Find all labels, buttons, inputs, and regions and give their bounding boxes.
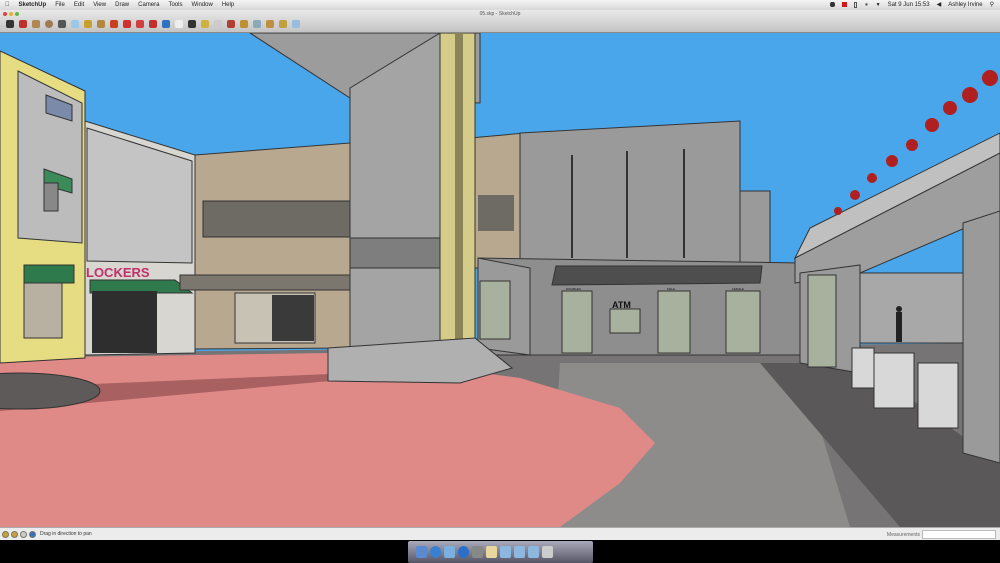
zoom-extents-tool-icon[interactable] bbox=[201, 20, 209, 28]
menu-bar:  SketchUp File Edit View Draw Camera To… bbox=[0, 0, 1000, 10]
credits-icon[interactable] bbox=[11, 530, 18, 538]
dock-safari-icon[interactable] bbox=[430, 546, 441, 558]
measurements-label: Measurements bbox=[886, 532, 920, 538]
dock-folder-icon[interactable] bbox=[500, 546, 511, 558]
door-female[interactable] bbox=[725, 290, 761, 354]
door-disabled[interactable] bbox=[561, 290, 593, 354]
green-awning-entrance bbox=[23, 264, 75, 284]
female-sign: FEMALE bbox=[732, 287, 744, 291]
menu-edit[interactable]: Edit bbox=[74, 2, 84, 8]
tan-shutter bbox=[272, 295, 314, 341]
measurements-input[interactable] bbox=[922, 530, 996, 539]
zoom-tool-icon[interactable] bbox=[188, 20, 196, 28]
select-tool-icon[interactable] bbox=[6, 20, 14, 28]
look-around-tool-icon[interactable] bbox=[253, 20, 261, 28]
canopy bbox=[551, 265, 763, 286]
toolbar bbox=[6, 20, 300, 28]
eraser-tool-icon[interactable] bbox=[71, 20, 79, 28]
dock-folder-icon[interactable] bbox=[514, 546, 525, 558]
right-green-shutter bbox=[807, 274, 837, 368]
search-icon[interactable]: ⚲ bbox=[990, 1, 994, 8]
user-icon[interactable] bbox=[20, 530, 27, 538]
record-icon[interactable] bbox=[842, 2, 848, 7]
volume-icon[interactable]: ◀ bbox=[937, 1, 942, 8]
menu-view[interactable]: View bbox=[93, 2, 106, 8]
tan-band bbox=[179, 274, 351, 291]
walk-tool-icon[interactable] bbox=[240, 20, 248, 28]
dock-trash-icon[interactable] bbox=[542, 546, 553, 558]
window bbox=[43, 182, 59, 212]
pillar-band bbox=[349, 237, 441, 269]
dock-app-store-icon[interactable] bbox=[458, 546, 469, 558]
scene[interactable]: LOCKERS DISABLED ATM MALE FEMALE bbox=[0, 33, 1000, 527]
wifi-icon[interactable]: ▼ bbox=[876, 2, 881, 8]
dock-textedit-icon[interactable] bbox=[486, 546, 497, 558]
dock-photo-booth-icon[interactable] bbox=[472, 546, 483, 558]
status-hint: Drag in direction to pan bbox=[40, 531, 92, 537]
status-bar: Drag in direction to pan Measurements bbox=[0, 527, 1000, 540]
right-grille bbox=[478, 195, 514, 231]
lockers-sign: LOCKERS bbox=[86, 265, 150, 280]
arc-tool-icon[interactable] bbox=[58, 20, 66, 28]
tan-grille bbox=[202, 200, 351, 238]
3d-viewport[interactable]: LOCKERS DISABLED ATM MALE FEMALE bbox=[0, 33, 1000, 527]
battery-icon[interactable] bbox=[854, 1, 858, 8]
disabled-sign: DISABLED bbox=[566, 287, 582, 291]
menu-tools[interactable]: Tools bbox=[168, 2, 182, 8]
bluetooth-icon[interactable]: ∗ bbox=[864, 2, 868, 8]
position-camera-tool-icon[interactable] bbox=[227, 20, 235, 28]
user-name[interactable]: Ashley Irvine bbox=[948, 2, 982, 8]
apple-icon[interactable]:  bbox=[5, 2, 10, 8]
menu-draw[interactable]: Draw bbox=[115, 2, 129, 8]
window-title: 05.skp - SketchUp bbox=[479, 11, 521, 17]
male-sign: MALE bbox=[667, 287, 675, 291]
dock bbox=[408, 541, 593, 563]
window-titlebar: 05.skp - SketchUp bbox=[0, 10, 1000, 33]
shield-icon[interactable] bbox=[830, 2, 836, 7]
rotate-tool-icon[interactable] bbox=[123, 20, 131, 28]
pencil-tool-icon[interactable] bbox=[19, 20, 27, 28]
menu-window[interactable]: Window bbox=[191, 2, 212, 8]
menu-camera[interactable]: Camera bbox=[138, 2, 159, 8]
door-male[interactable] bbox=[657, 290, 691, 354]
paint-bucket-tool-icon[interactable] bbox=[84, 20, 92, 28]
orbit-tool-icon[interactable] bbox=[162, 20, 170, 28]
menu-sketchup[interactable]: SketchUp bbox=[19, 2, 47, 8]
move-tool-icon[interactable] bbox=[110, 20, 118, 28]
back-wall bbox=[859, 272, 966, 344]
dock-folder-icon[interactable] bbox=[528, 546, 539, 558]
toilet-block bbox=[519, 120, 741, 269]
offset-tool-icon[interactable] bbox=[149, 20, 157, 28]
green-shutter bbox=[479, 280, 511, 340]
follow-me-tool-icon[interactable] bbox=[136, 20, 144, 28]
dock-finder-icon[interactable] bbox=[416, 546, 427, 558]
menu-file[interactable]: File bbox=[55, 2, 65, 8]
circle-tool-icon[interactable] bbox=[45, 20, 53, 28]
help-icon[interactable] bbox=[29, 530, 36, 538]
atm-sign: ATM bbox=[612, 300, 631, 310]
menu-help[interactable]: Help bbox=[222, 2, 234, 8]
dock-preview-icon[interactable] bbox=[444, 546, 455, 558]
atm[interactable] bbox=[609, 308, 641, 334]
pillar-stripe-dark bbox=[455, 33, 463, 345]
components-tool-icon[interactable] bbox=[266, 20, 274, 28]
pan-tool-icon[interactable] bbox=[175, 20, 183, 28]
tower bbox=[739, 190, 771, 272]
lockers-shutter bbox=[92, 291, 157, 353]
geolocation-icon[interactable] bbox=[2, 530, 9, 538]
rectangle-tool-icon[interactable] bbox=[32, 20, 40, 28]
materials-tool-icon[interactable] bbox=[279, 20, 287, 28]
previous-view-tool-icon[interactable] bbox=[214, 20, 222, 28]
push-pull-tool-icon[interactable] bbox=[97, 20, 105, 28]
clock[interactable]: Sat 9 Jun 15:53 bbox=[888, 2, 930, 8]
section-plane-tool-icon[interactable] bbox=[292, 20, 300, 28]
right-pillar bbox=[962, 210, 1000, 464]
grille bbox=[23, 282, 63, 339]
